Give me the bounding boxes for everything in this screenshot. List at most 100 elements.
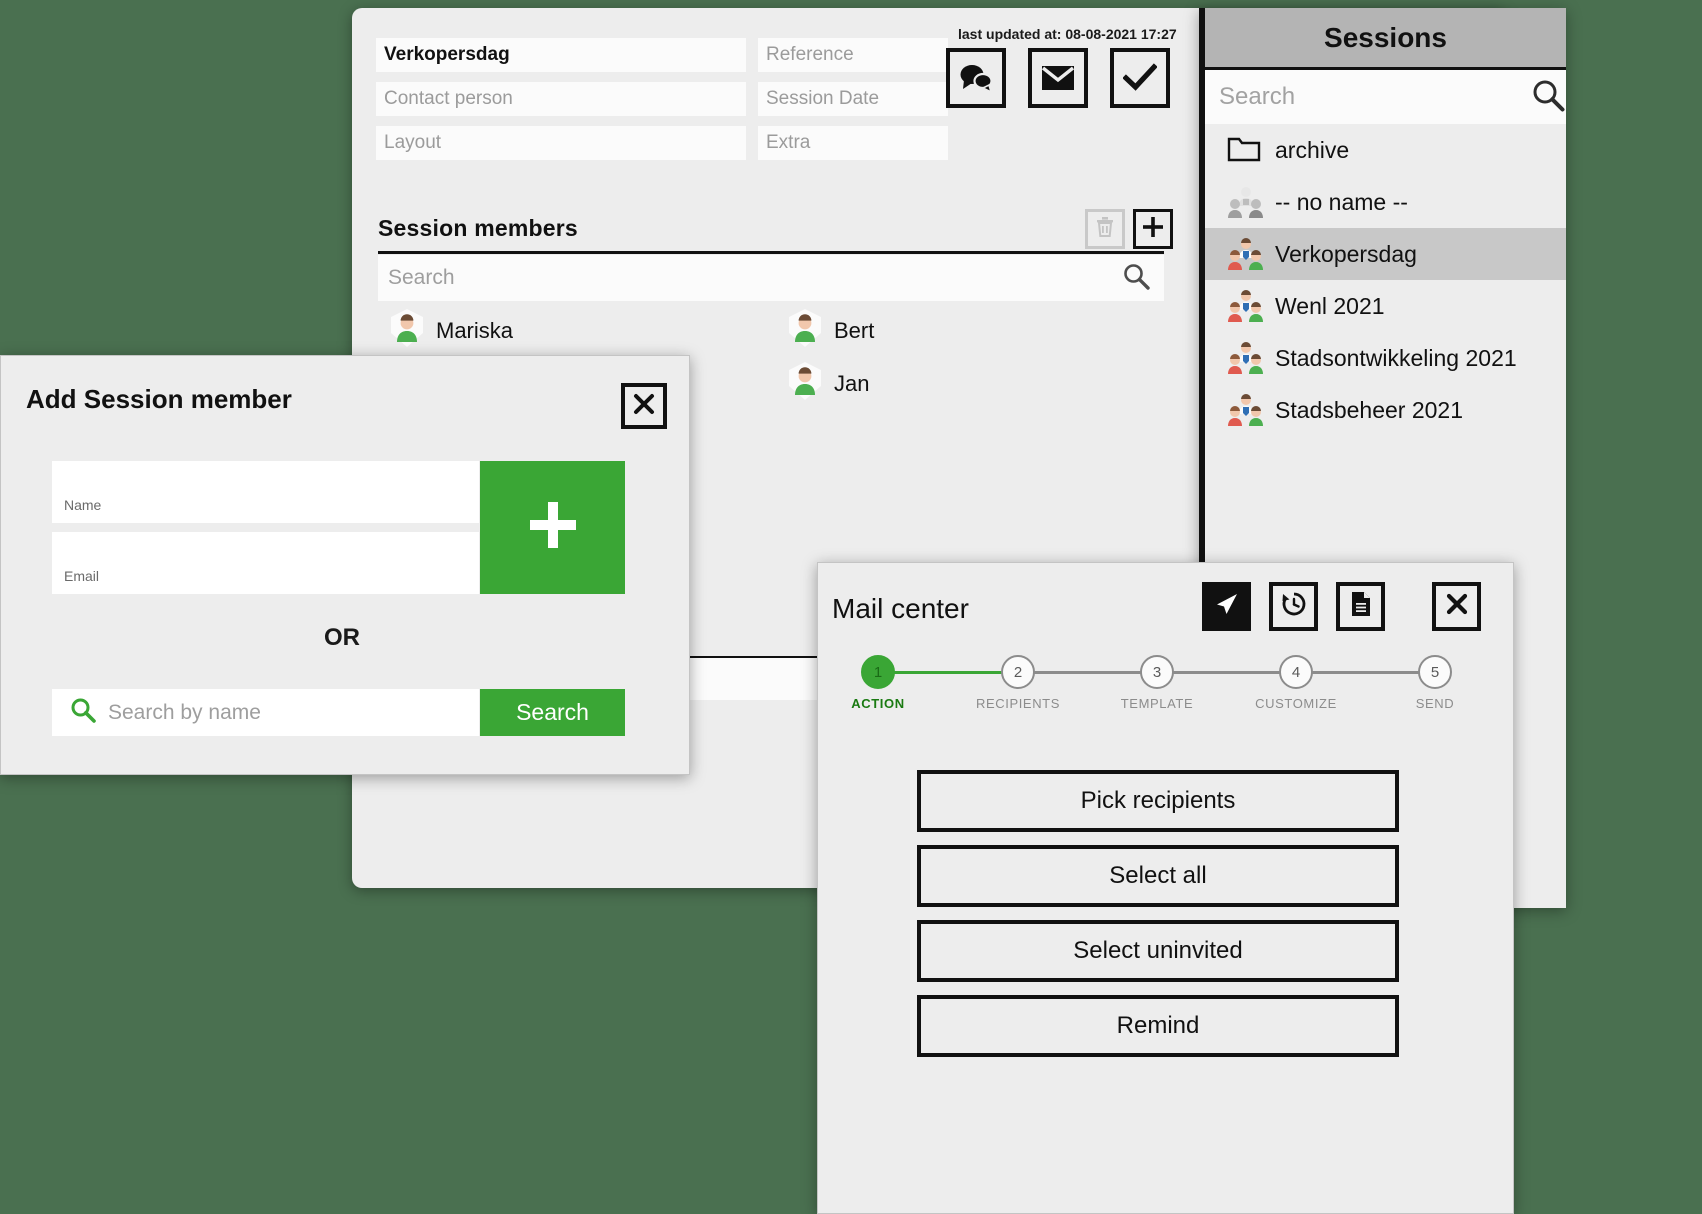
member-name: Jan xyxy=(834,370,870,396)
select-all-button[interactable]: Select all xyxy=(917,845,1399,907)
step-recipients[interactable]: 2 RECIPIENTS xyxy=(963,655,1073,711)
app-root: last updated at: 08-08-2021 17:27 xyxy=(0,0,1702,1214)
plus-icon xyxy=(1142,216,1164,243)
step-number: 2 xyxy=(1001,655,1035,689)
step-number: 5 xyxy=(1418,655,1452,689)
reference-input[interactable] xyxy=(758,38,948,72)
add-person-button[interactable] xyxy=(480,461,625,594)
send-icon xyxy=(1214,591,1240,622)
step-customize[interactable]: 4 CUSTOMIZE xyxy=(1241,655,1351,711)
avatar xyxy=(788,361,822,406)
avatar xyxy=(788,308,822,353)
close-icon xyxy=(633,393,655,420)
step-label: TEMPLATE xyxy=(1120,696,1194,711)
people-group-icon xyxy=(1227,237,1263,271)
step-label: SEND xyxy=(1415,696,1455,711)
sidebar-item-wenl-2021[interactable]: Wenl 2021 xyxy=(1205,280,1566,332)
extra-input[interactable] xyxy=(758,126,948,160)
add-session-member-dialog: Add Session member Name Email OR Search … xyxy=(0,355,690,775)
people-group-icon-gray xyxy=(1227,185,1263,219)
name-field-label: Name xyxy=(64,497,102,513)
session-title-input[interactable] xyxy=(376,38,746,72)
step-number: 3 xyxy=(1140,655,1174,689)
member-name: Mariska xyxy=(436,317,514,343)
mail-center-title: Mail center xyxy=(832,593,969,624)
member-search-input[interactable] xyxy=(378,266,1122,290)
confirm-button[interactable] xyxy=(1110,48,1170,108)
mail-center-dialog: Mail center 1 ACTION 2 RECIPIENTS 3 TEMP… xyxy=(817,562,1514,1214)
plus-icon xyxy=(525,497,581,558)
sessions-search-row[interactable] xyxy=(1205,70,1566,124)
email-field[interactable]: Email xyxy=(52,532,479,594)
search-button[interactable]: Search xyxy=(480,689,625,736)
step-label: ACTION xyxy=(851,696,905,711)
avatar xyxy=(390,308,424,353)
sidebar-item-label: Verkopersdag xyxy=(1275,240,1417,267)
select-uninvited-button[interactable]: Select uninvited xyxy=(917,920,1399,982)
session-members-title: Session members xyxy=(378,215,578,241)
sidebar-item-label: Wenl 2021 xyxy=(1275,292,1385,319)
pick-recipients-button[interactable]: Pick recipients xyxy=(917,770,1399,832)
member-item[interactable]: Jan xyxy=(788,361,869,406)
history-icon xyxy=(1281,591,1307,622)
chat-icon xyxy=(959,63,993,93)
close-icon xyxy=(1446,593,1468,620)
mail-stepper: 1 ACTION 2 RECIPIENTS 3 TEMPLATE 4 CUSTO… xyxy=(851,655,1482,727)
send-button[interactable] xyxy=(1202,582,1251,631)
member-name: Bert xyxy=(834,317,875,343)
sidebar-item-verkopersdag[interactable]: Verkopersdag xyxy=(1205,228,1566,280)
people-group-icon xyxy=(1227,289,1263,323)
step-label: CUSTOMIZE xyxy=(1255,696,1337,711)
add-member-button[interactable] xyxy=(1133,209,1173,249)
history-button[interactable] xyxy=(1269,582,1318,631)
member-item[interactable]: Bert xyxy=(788,308,874,353)
search-icon[interactable] xyxy=(1122,262,1164,295)
sidebar-item-no-name[interactable]: -- no name -- xyxy=(1205,176,1566,228)
folder-icon xyxy=(1227,133,1261,167)
step-action[interactable]: 1 ACTION xyxy=(823,655,933,711)
trash-icon xyxy=(1095,216,1115,243)
step-send[interactable]: 5 SEND xyxy=(1380,655,1490,711)
people-group-icon xyxy=(1227,341,1263,375)
sidebar-item-label: -- no name -- xyxy=(1275,188,1408,215)
sidebar-item-archive[interactable]: archive xyxy=(1205,124,1566,176)
step-template[interactable]: 3 TEMPLATE xyxy=(1102,655,1212,711)
member-search-row[interactable] xyxy=(378,255,1164,301)
sidebar-item-label: Stadsontwikkeling 2021 xyxy=(1275,344,1517,371)
document-button[interactable] xyxy=(1336,582,1385,631)
email-field-label: Email xyxy=(64,568,100,584)
member-item[interactable]: Mariska xyxy=(390,308,513,353)
sidebar-item-label: archive xyxy=(1275,136,1350,163)
name-field[interactable]: Name xyxy=(52,461,479,523)
envelope-icon xyxy=(1041,65,1075,91)
check-icon xyxy=(1123,63,1157,93)
section-divider xyxy=(378,251,1164,254)
close-mail-center-button[interactable] xyxy=(1432,582,1481,631)
step-label: RECIPIENTS xyxy=(975,696,1060,711)
search-icon xyxy=(52,697,98,728)
contact-person-input[interactable] xyxy=(376,82,746,116)
sidebar-item-stadsbeheer-2021[interactable]: Stadsbeheer 2021 xyxy=(1205,384,1566,436)
layout-input[interactable] xyxy=(376,126,746,160)
sessions-list: archive -- no name -- Verkopersdag Wenl … xyxy=(1205,124,1566,436)
or-separator: OR xyxy=(324,624,360,651)
sessions-title: Sessions xyxy=(1324,21,1447,53)
sessions-header: Sessions xyxy=(1205,8,1566,70)
search-by-name-input[interactable] xyxy=(98,700,479,725)
delete-member-button xyxy=(1085,209,1125,249)
sidebar-item-stadsontwikkeling-2021[interactable]: Stadsontwikkeling 2021 xyxy=(1205,332,1566,384)
remind-button[interactable]: Remind xyxy=(917,995,1399,1057)
close-dialog-button[interactable] xyxy=(621,383,667,429)
dialog-title: Add Session member xyxy=(26,384,292,414)
step-number: 1 xyxy=(861,655,895,689)
step-number: 4 xyxy=(1279,655,1313,689)
mail-button[interactable] xyxy=(1028,48,1088,108)
sessions-search-input[interactable] xyxy=(1205,82,1531,112)
people-group-icon xyxy=(1227,393,1263,427)
session-date-input[interactable] xyxy=(758,82,948,116)
sidebar-item-label: Stadsbeheer 2021 xyxy=(1275,396,1463,423)
document-icon xyxy=(1349,591,1373,622)
chat-button[interactable] xyxy=(946,48,1006,108)
search-by-name-row[interactable] xyxy=(52,689,479,736)
search-icon[interactable] xyxy=(1531,78,1581,117)
